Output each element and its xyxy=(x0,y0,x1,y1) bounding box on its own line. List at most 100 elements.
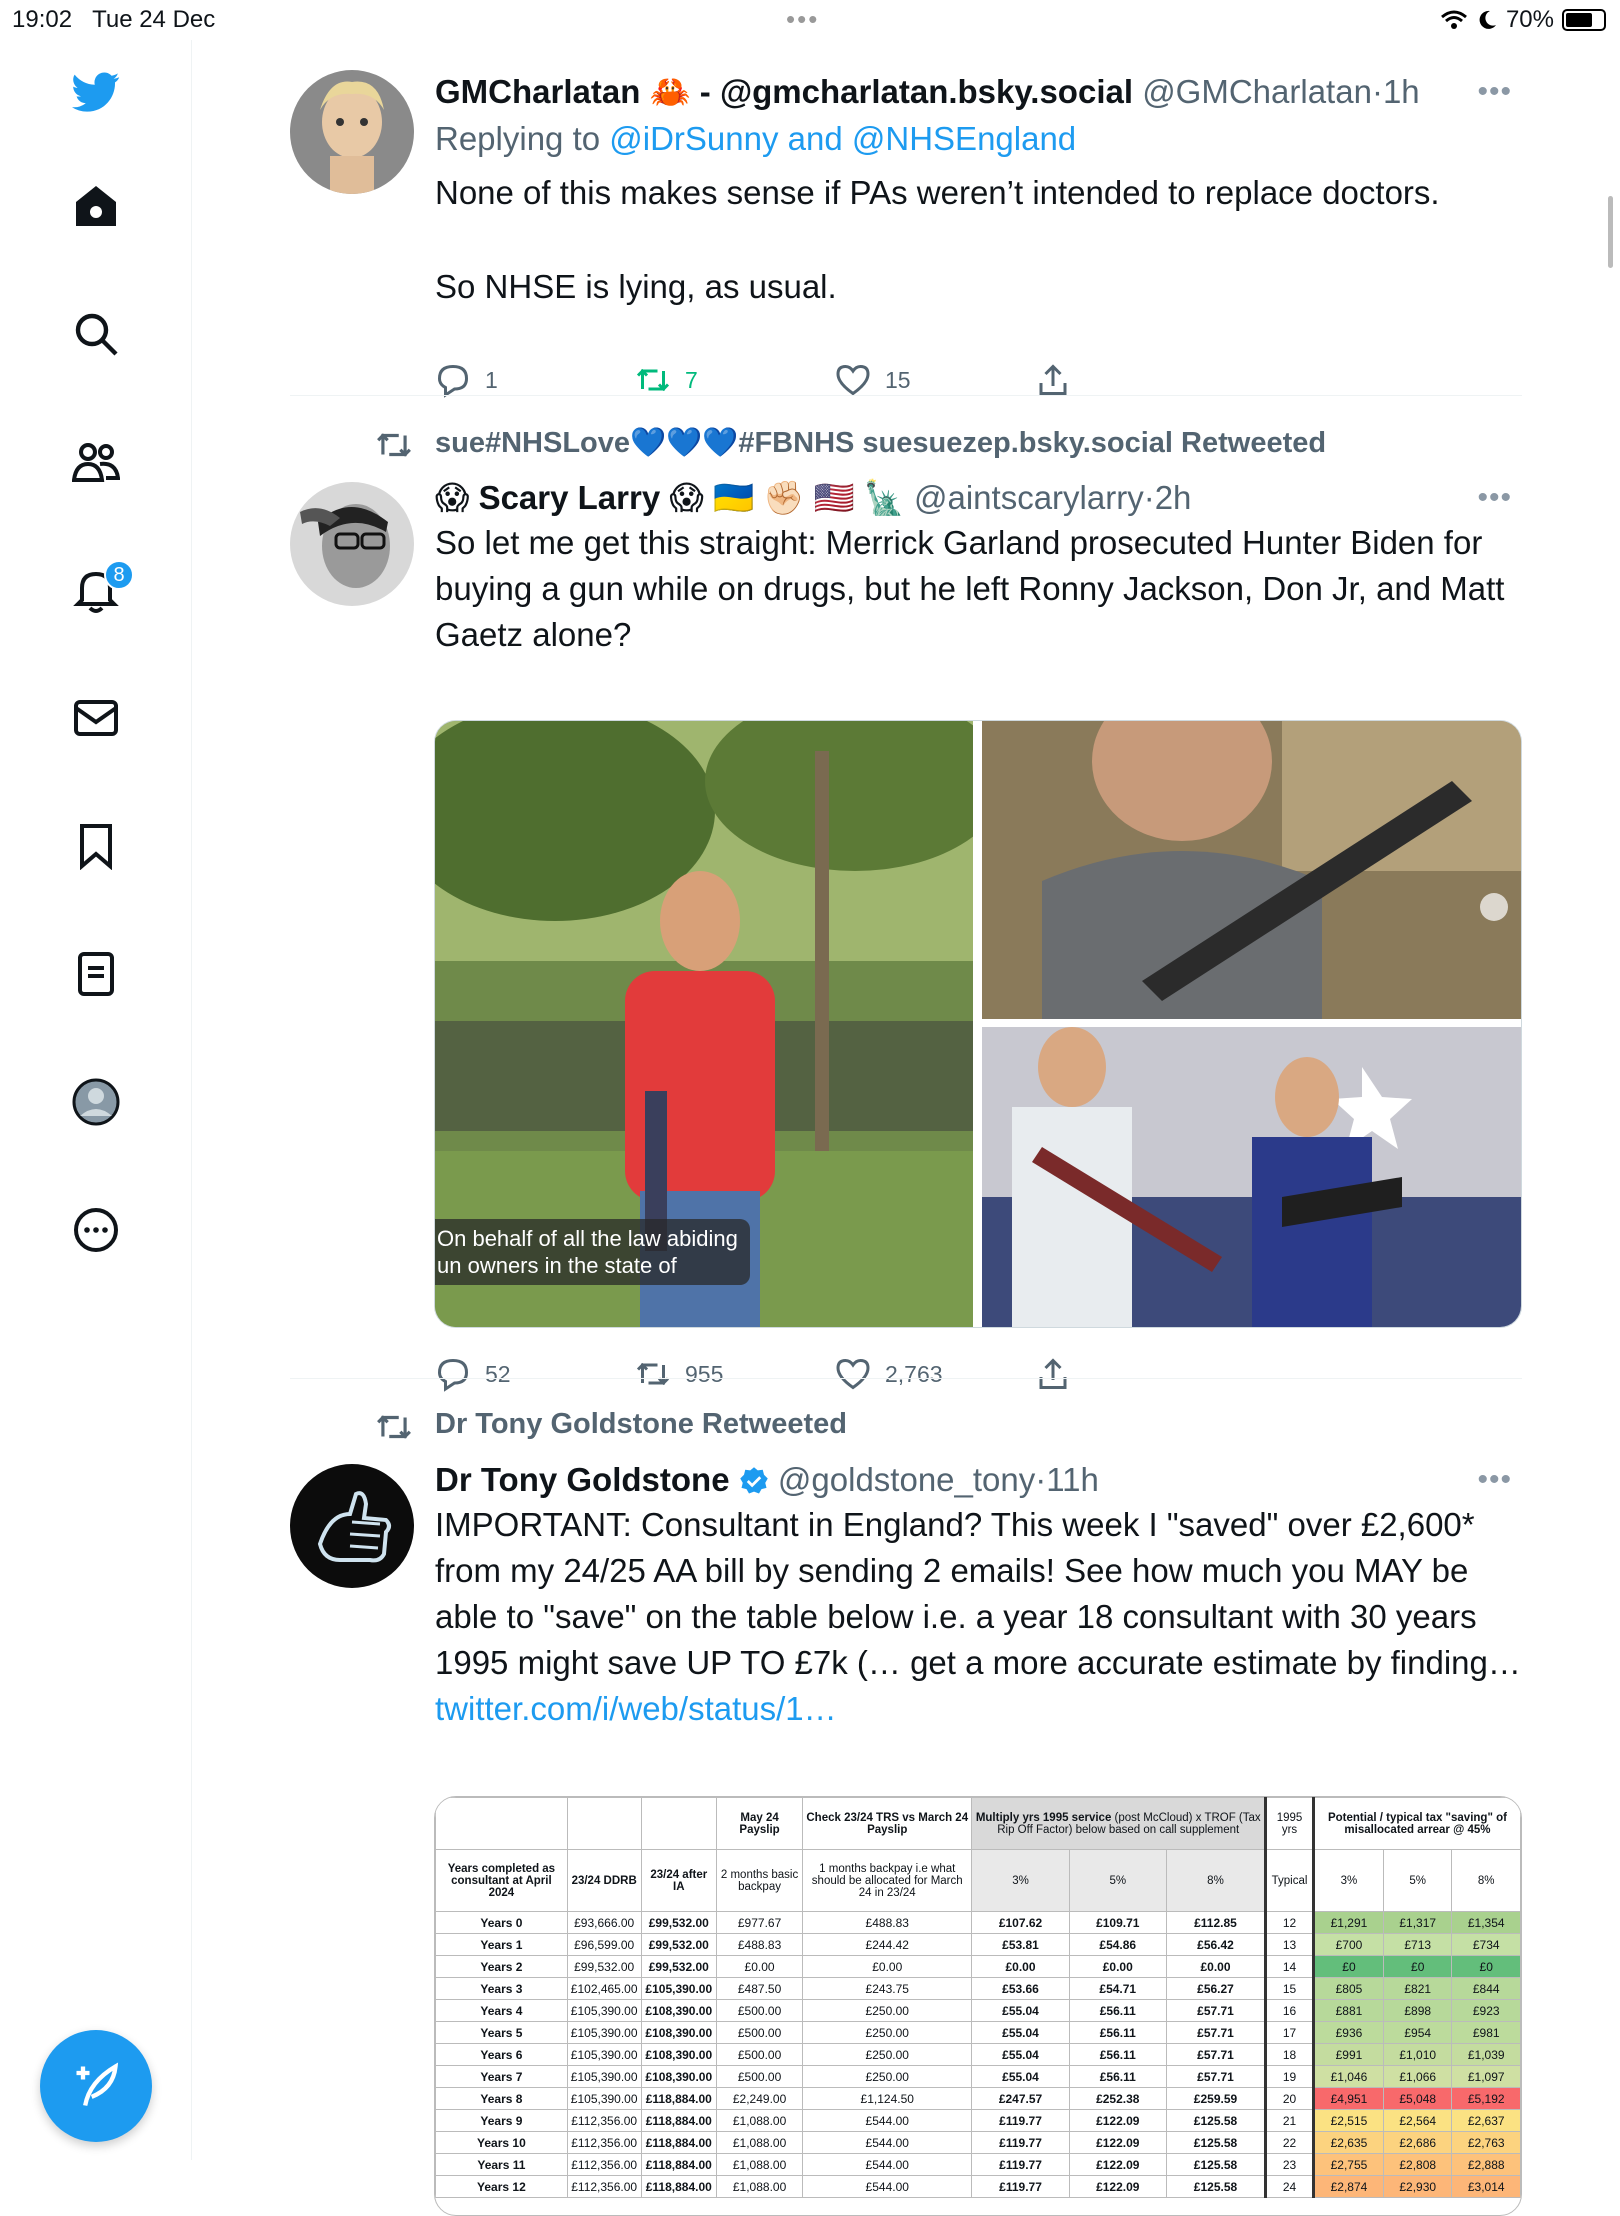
table-subheader: 8% xyxy=(1451,1849,1521,1912)
tweet-link[interactable]: twitter.com/i/web/status/1… xyxy=(435,1690,837,1727)
author-handle[interactable]: @goldstone_tony xyxy=(778,1461,1035,1498)
status-time: 19:02 Tue 24 Dec xyxy=(12,6,216,33)
table-cell: £734 xyxy=(1451,1933,1521,1956)
reply-button[interactable]: 1 xyxy=(435,362,498,398)
table-cell: £1,088.00 xyxy=(716,2131,804,2154)
tweet-more-icon[interactable]: ••• xyxy=(1477,70,1512,114)
tweet-text: So let me get this straight: Merrick Gar… xyxy=(435,524,1505,653)
notifications-badge: 8 xyxy=(104,560,134,590)
table-cell: £99,532.00 xyxy=(640,1955,718,1978)
replying-to-link[interactable]: @iDrSunny and @NHSEngland xyxy=(609,120,1076,157)
like-button[interactable]: 2,763 xyxy=(835,1356,943,1392)
table-cell: £936 xyxy=(1311,2021,1384,2044)
table-cell: Years 2 xyxy=(435,1955,568,1978)
table-image[interactable]: May 24 Payslip Check 23/24 TRS vs March … xyxy=(434,1796,1522,2216)
table-cell: £57.71 xyxy=(1165,1999,1268,2022)
table-row: Years 1 £96,599.00 £99,532.00 £488.83 £244.4… xyxy=(435,1933,1521,1956)
tweet-more-icon[interactable]: ••• xyxy=(1477,476,1512,520)
table-cell: £0.00 xyxy=(716,1955,804,1978)
author-name[interactable]: Dr Tony Goldstone xyxy=(435,1461,730,1498)
table-cell: £713 xyxy=(1382,1933,1453,1956)
more-options-icon[interactable] xyxy=(64,1198,128,1262)
tweet-time[interactable]: 11h xyxy=(1046,1461,1099,1498)
table-cell: £2,930 xyxy=(1382,2175,1453,2198)
tweet-time[interactable]: 1h xyxy=(1383,73,1420,110)
table-cell: £805 xyxy=(1311,1977,1384,2000)
tweet-header: Dr Tony Goldstone @goldstone_tony·11h ••… xyxy=(435,1458,1522,1502)
retweet-button[interactable]: 955 xyxy=(635,1356,723,1392)
tweet-more-icon[interactable]: ••• xyxy=(1477,1458,1512,1502)
author-handle[interactable]: @aintscarylarry xyxy=(914,479,1144,516)
table-header: Multiply yrs 1995 service (post McCloud)… xyxy=(971,1797,1268,1850)
avatar[interactable] xyxy=(290,482,414,606)
avatar[interactable] xyxy=(290,70,414,194)
table-cell: £108,390.00 xyxy=(640,2043,718,2066)
table-cell: £118,884.00 xyxy=(640,2131,718,2154)
video-thumbnail[interactable]: On behalf of all the law abiding un owner… xyxy=(435,721,1005,1327)
photo-thumbnail[interactable] xyxy=(982,1027,1521,1327)
table-cell: £2,888 xyxy=(1451,2153,1521,2176)
reply-button[interactable]: 52 xyxy=(435,1356,511,1392)
battery-percent: 70% xyxy=(1505,6,1554,33)
tweet-text: None of this makes sense if PAs weren’t … xyxy=(435,174,1440,211)
replying-to: Replying to @iDrSunny and @NHSEngland xyxy=(435,120,1077,157)
home-icon[interactable] xyxy=(64,174,128,238)
sidebar: 8 xyxy=(0,40,192,2160)
table-cell: £112,356.00 xyxy=(566,2153,642,2176)
photo-thumbnail[interactable] xyxy=(982,721,1521,1019)
table-cell: £122.09 xyxy=(1068,2131,1167,2154)
retweet-button[interactable]: 7 xyxy=(635,362,698,398)
aa-table: May 24 Payslip Check 23/24 TRS vs March … xyxy=(435,1797,1521,2198)
tweet-time[interactable]: 2h xyxy=(1155,479,1192,516)
avatar[interactable] xyxy=(290,1464,414,1588)
multitask-dots-icon[interactable]: ••• xyxy=(786,4,819,35)
search-icon[interactable] xyxy=(64,302,128,366)
messages-icon[interactable] xyxy=(64,686,128,750)
bookmarks-icon[interactable] xyxy=(64,814,128,878)
table-cell: £0.00 xyxy=(1068,1955,1167,1978)
compose-tweet-button[interactable] xyxy=(40,2030,152,2142)
twitter-logo-icon[interactable] xyxy=(64,60,128,124)
table-cell: £105,390.00 xyxy=(640,1977,718,2000)
table-cell: £700 xyxy=(1311,1933,1384,1956)
retweeted-by[interactable]: Dr Tony Goldstone Retweeted xyxy=(377,1408,847,1441)
table-cell: 13 xyxy=(1265,1933,1314,1956)
like-button[interactable]: 15 xyxy=(835,362,911,398)
table-header: May 24 Payslip xyxy=(716,1797,804,1850)
table-cell: 23 xyxy=(1265,2153,1314,2176)
tweet-actions: 1 7 15 xyxy=(435,362,1335,402)
table-subheader: 1 months backpay i.e what should be allo… xyxy=(802,1849,973,1912)
table-cell: £56.11 xyxy=(1068,2021,1167,2044)
table-cell: £54.71 xyxy=(1068,1977,1167,2000)
table-cell: Years 0 xyxy=(435,1911,568,1934)
lists-icon[interactable] xyxy=(64,942,128,1006)
divider xyxy=(290,1378,1522,1379)
wifi-icon xyxy=(1440,10,1467,29)
author-handle[interactable]: @GMCharlatan xyxy=(1142,73,1372,110)
share-button[interactable] xyxy=(1035,1356,1071,1392)
table-cell: £2,874 xyxy=(1311,2175,1384,2198)
author-name[interactable]: GMCharlatan 🦀 - @gmcharlatan.bsky.social xyxy=(435,73,1133,110)
table-cell: £0 xyxy=(1311,1955,1384,1978)
table-cell: £544.00 xyxy=(802,2153,973,2176)
communities-icon[interactable] xyxy=(64,430,128,494)
table-subheader: Typical xyxy=(1265,1849,1314,1912)
table-cell: £991 xyxy=(1311,2043,1384,2066)
table-cell: £954 xyxy=(1382,2021,1453,2044)
profile-avatar-icon[interactable] xyxy=(64,1070,128,1134)
table-cell: £243.75 xyxy=(802,1977,973,2000)
table-cell: Years 12 xyxy=(435,2175,568,2198)
table-cell: £488.83 xyxy=(802,1911,973,1934)
table-cell: £2,515 xyxy=(1311,2109,1384,2132)
retweeted-by[interactable]: sue#NHSLove💙💙💙#FBNHS suesuezep.bsky.soci… xyxy=(377,426,1326,460)
table-cell: £56.42 xyxy=(1165,1933,1268,1956)
feather-plus-icon xyxy=(76,2062,119,2106)
table-cell: £250.00 xyxy=(802,2021,973,2044)
author-name[interactable]: 😱 Scary Larry 😱 🇺🇦 ✊🏻 🇺🇸 🗽 xyxy=(435,479,905,516)
scrollbar[interactable] xyxy=(1608,196,1613,268)
share-button[interactable] xyxy=(1035,362,1071,398)
retweet-icon xyxy=(636,368,670,392)
table-row: Years 10 £112,356.00 £118,884.00 £1,088.00 £… xyxy=(435,2131,1521,2154)
table-cell: 22 xyxy=(1265,2131,1314,2154)
notifications-bell-icon[interactable]: 8 xyxy=(64,558,134,622)
